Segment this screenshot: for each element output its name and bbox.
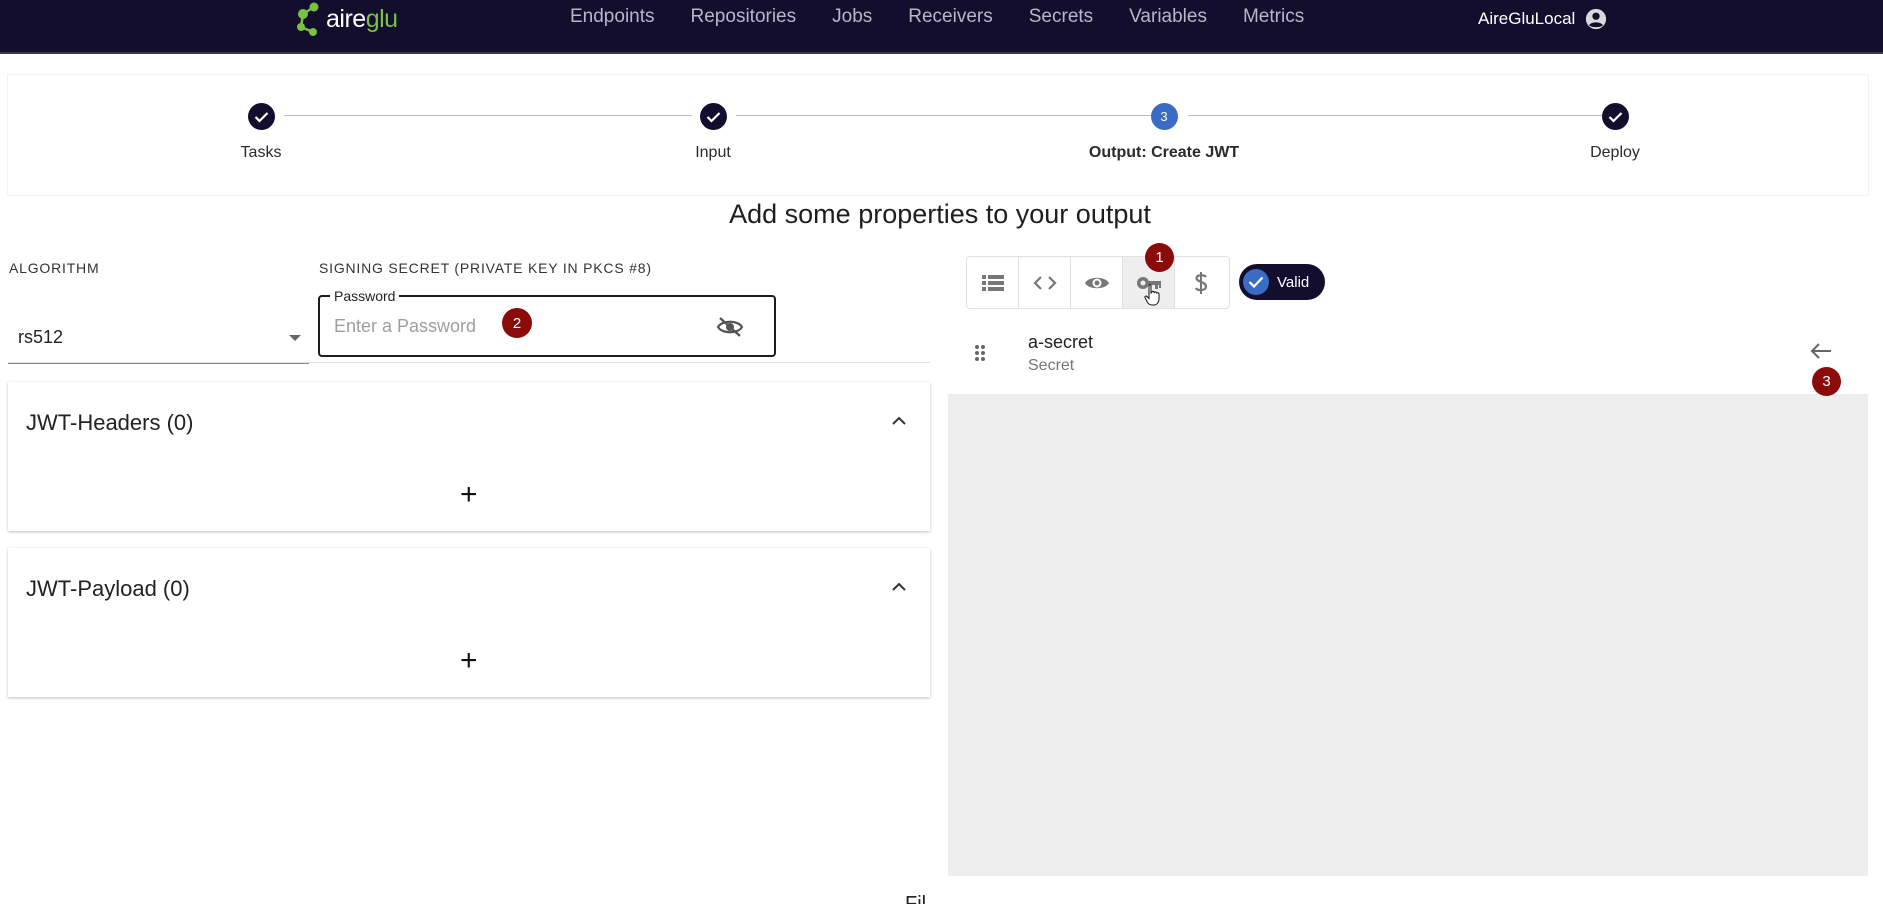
nav-secrets[interactable]: Secrets: [1029, 6, 1093, 28]
variables-view-button[interactable]: [1175, 257, 1227, 308]
jwt-payload-title[interactable]: JWT-Payload (0): [26, 576, 190, 602]
step-number: 3: [1150, 103, 1178, 130]
footer-partial-text: Fil: [905, 893, 927, 904]
check-icon: [699, 103, 727, 130]
page-title: Add some properties to your output: [729, 199, 1151, 229]
annotation-badge-1: 1: [1145, 243, 1174, 272]
code-icon: [1032, 275, 1057, 290]
algorithm-label: ALGORITHM: [9, 260, 100, 276]
valid-label: Valid: [1277, 273, 1310, 291]
signing-secret-label: SIGNING SECRET (PRIVATE KEY IN PKCS #8): [319, 260, 652, 276]
aireglu-logo[interactable]: aireglu: [294, 2, 398, 36]
algorithm-select[interactable]: rs512: [8, 307, 309, 364]
jwt-headers-title[interactable]: JWT-Headers (0): [26, 410, 193, 436]
nav-endpoints[interactable]: Endpoints: [570, 6, 655, 28]
nav-repositories[interactable]: Repositories: [691, 6, 797, 28]
nav-metrics[interactable]: Metrics: [1243, 6, 1304, 28]
secrets-list: a-secret Secret 3: [948, 314, 1868, 876]
secret-name: a-secret: [1028, 332, 1094, 352]
valid-status-chip: Valid: [1239, 264, 1325, 300]
output-toolbar: [966, 256, 1230, 309]
step-deploy[interactable]: Deploy: [1515, 103, 1715, 162]
add-payload-button[interactable]: +: [460, 646, 478, 676]
user-menu[interactable]: AireGluLocal: [1478, 8, 1607, 30]
chevron-down-icon: [289, 335, 301, 341]
nav-variables[interactable]: Variables: [1129, 6, 1207, 28]
password-field[interactable]: Password: [318, 288, 776, 357]
step-label: Output: Create JWT: [1088, 144, 1240, 161]
check-icon: [1243, 269, 1269, 295]
chevron-up-icon[interactable]: [892, 416, 906, 425]
list-view-button[interactable]: [967, 257, 1019, 308]
secret-type: Secret: [1028, 357, 1075, 374]
jwt-headers-panel: JWT-Headers (0) +: [8, 382, 930, 531]
annotation-badge-3: 3: [1812, 367, 1841, 396]
step-output[interactable]: 3 Output: Create JWT: [1064, 103, 1264, 162]
step-input[interactable]: Input: [613, 103, 813, 162]
jwt-payload-panel: JWT-Payload (0) +: [8, 548, 930, 697]
dollar-icon: [1194, 271, 1208, 294]
molecule-logo-icon: [297, 2, 319, 36]
step-label: Input: [695, 144, 731, 161]
hand-cursor-icon: [1144, 284, 1160, 306]
user-name: AireGluLocal: [1478, 9, 1576, 28]
add-header-button[interactable]: +: [460, 480, 478, 510]
account-circle-icon: [1586, 8, 1607, 30]
progress-stepper: Tasks Input 3 Output: Create JWT Deploy: [8, 75, 1868, 195]
chevron-up-icon[interactable]: [892, 582, 906, 591]
eye-off-icon[interactable]: [716, 317, 744, 337]
password-legend: Password: [330, 288, 400, 304]
logo-wordmark: aireglu: [326, 4, 398, 33]
list-icon: [981, 274, 1004, 291]
arrow-left-icon[interactable]: [1810, 342, 1832, 360]
code-view-button[interactable]: [1019, 257, 1071, 308]
top-nav-bar: aireglu Endpoints Repositories Jobs Rece…: [0, 0, 1883, 54]
step-label: Tasks: [240, 144, 282, 161]
preview-button[interactable]: [1071, 257, 1123, 308]
drag-handle-icon[interactable]: [974, 344, 986, 362]
eye-icon: [1084, 277, 1109, 288]
check-icon: [1601, 103, 1629, 130]
check-icon: [247, 103, 275, 130]
nav-jobs[interactable]: Jobs: [832, 6, 872, 28]
step-tasks[interactable]: Tasks: [161, 103, 361, 162]
algorithm-value: rs512: [18, 327, 64, 347]
step-label: Deploy: [1590, 144, 1640, 161]
jwt-settings-form: ALGORITHM SIGNING SECRET (PRIVATE KEY IN…: [8, 247, 930, 364]
list-item[interactable]: a-secret Secret: [948, 314, 1868, 394]
main-nav: Endpoints Repositories Jobs Receivers Se…: [570, 6, 1340, 28]
annotation-badge-2: 2: [502, 308, 532, 338]
nav-receivers[interactable]: Receivers: [908, 6, 992, 28]
